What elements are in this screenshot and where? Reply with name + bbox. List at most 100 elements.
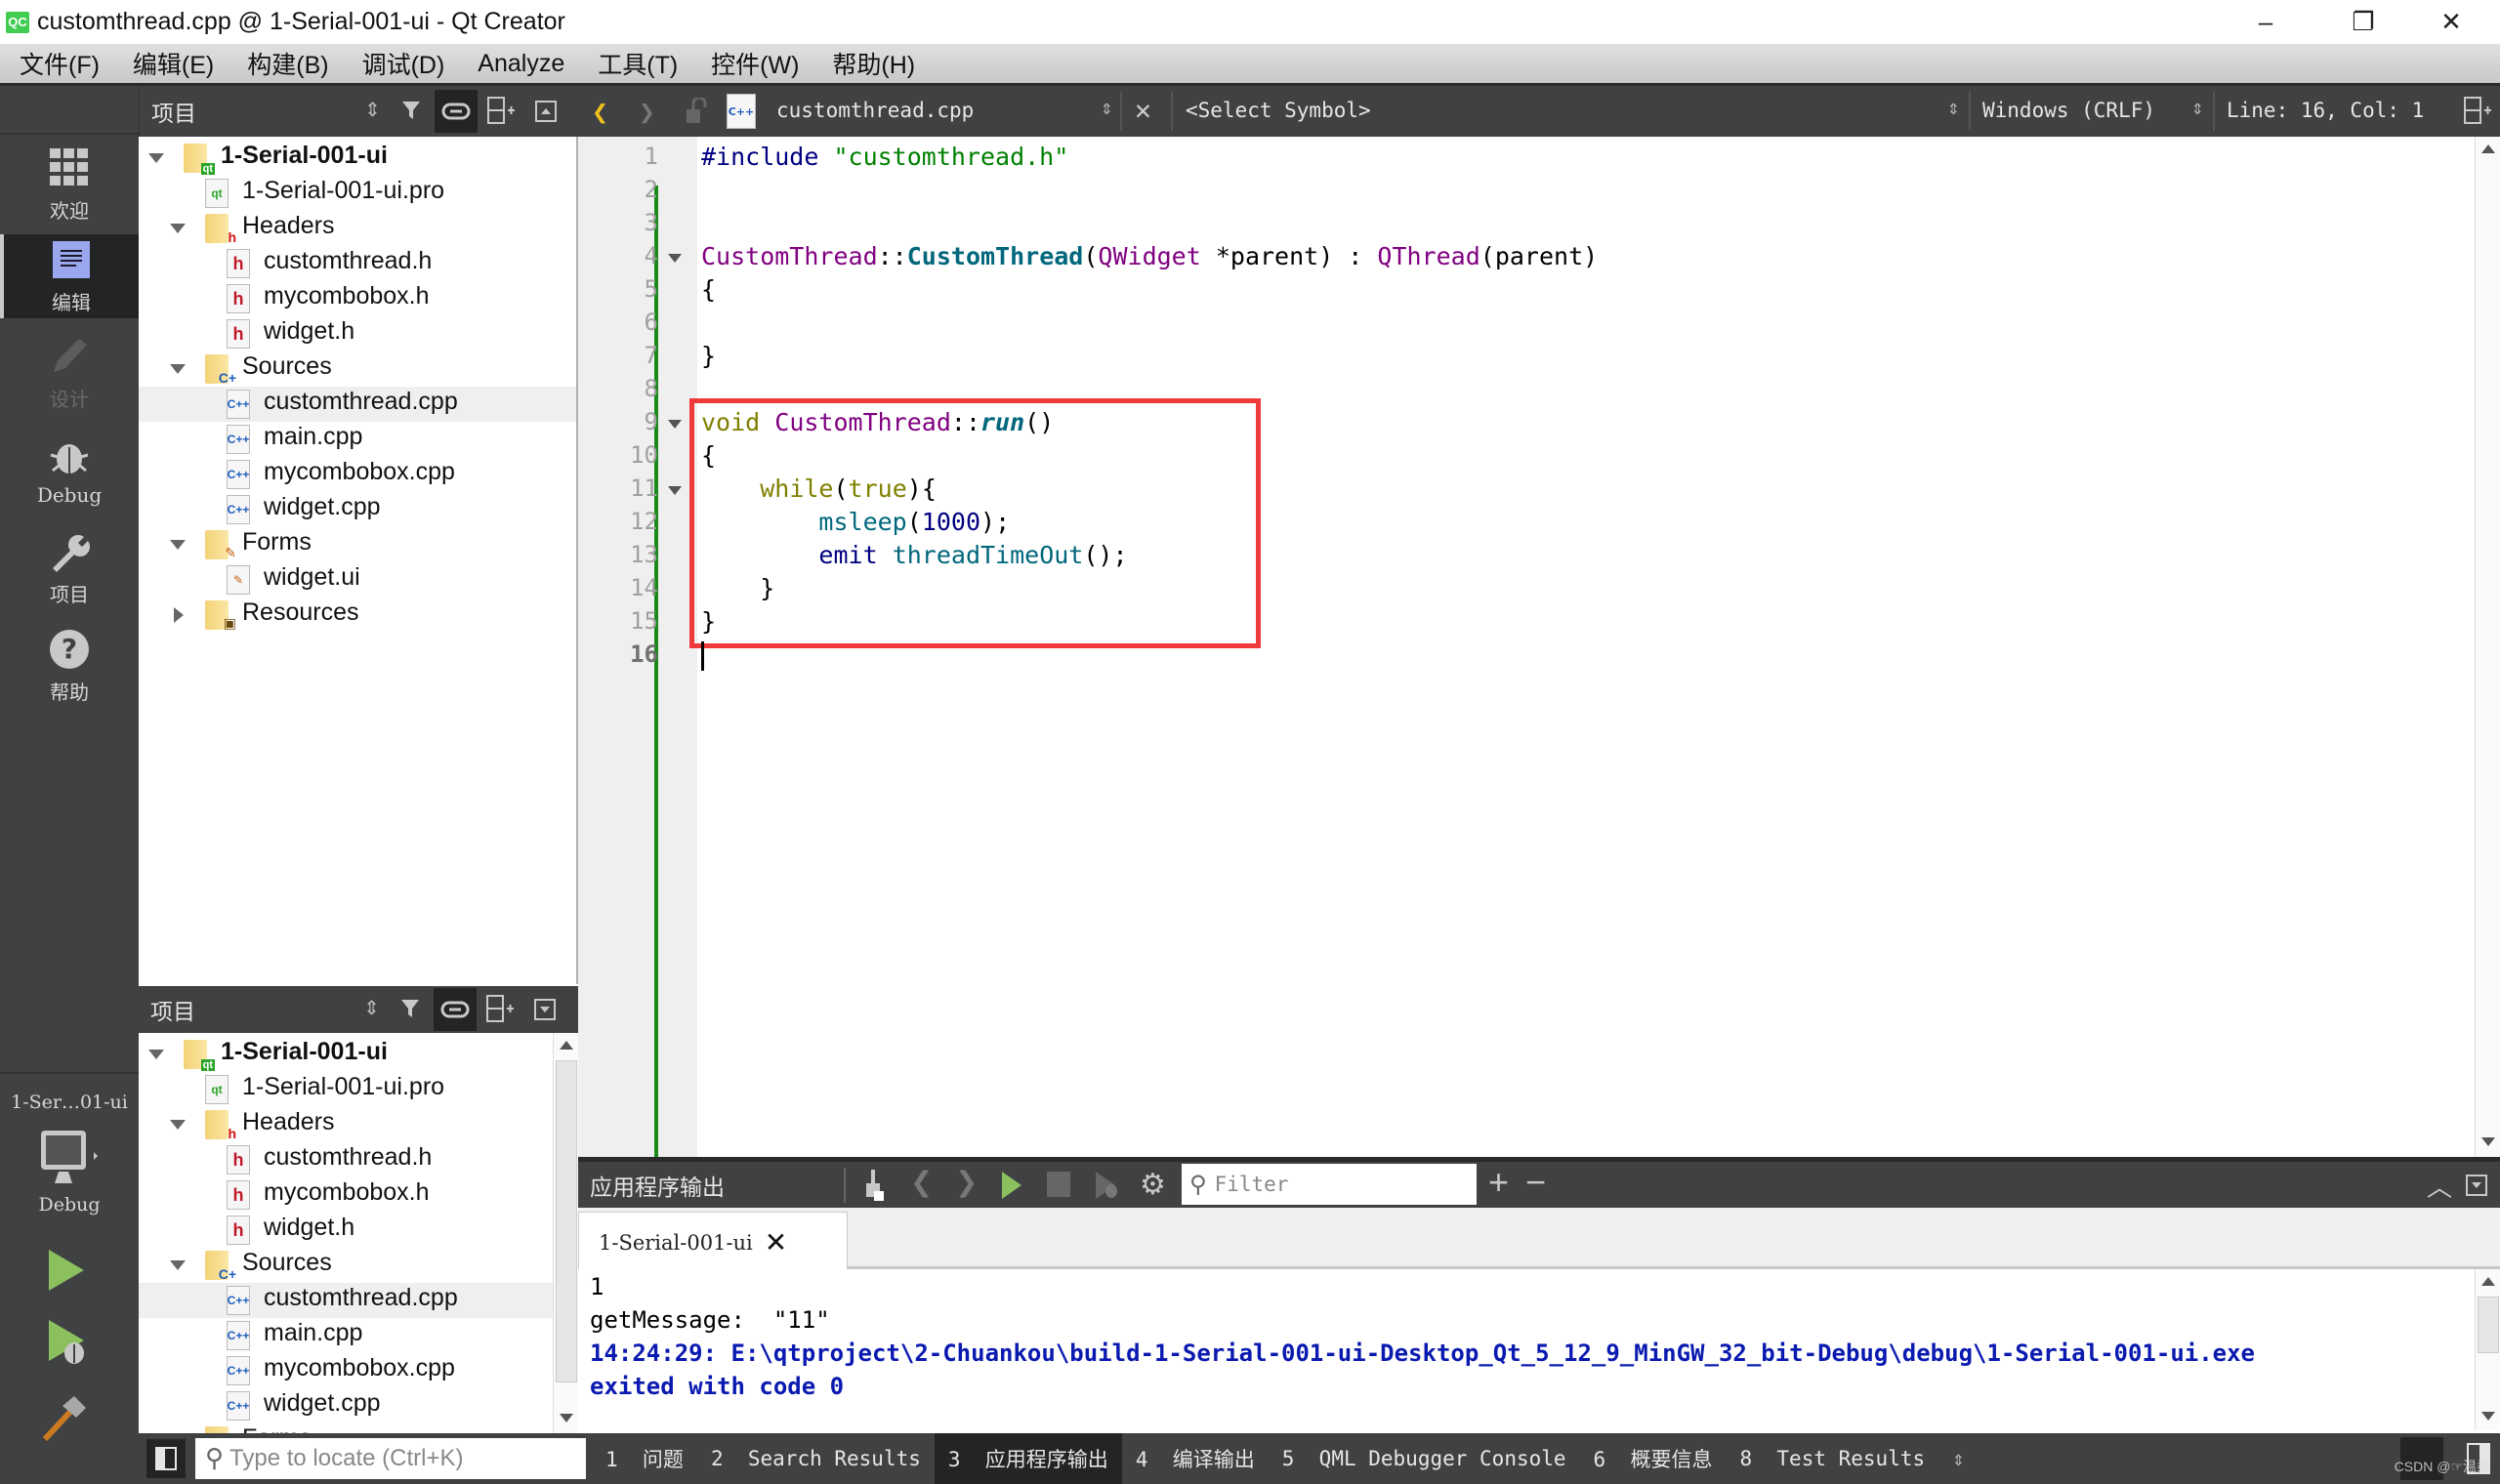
symbol-chevrons-icon[interactable]: ⇕ xyxy=(1947,96,1960,119)
kit-selector-monitor-icon[interactable] xyxy=(39,1129,98,1187)
collapse-arrow-icon[interactable] xyxy=(170,540,186,550)
menu-widgets[interactable]: 控件(W) xyxy=(697,46,812,81)
go-back-icon[interactable]: ❮ xyxy=(592,96,608,128)
previous-item-icon[interactable]: ❮ xyxy=(910,1166,933,1198)
kit-project-name[interactable]: 1-Ser…01-ui xyxy=(0,1092,139,1113)
tree-item[interactable]: C+ Sources xyxy=(139,1248,553,1283)
scroll-down-arrow-icon[interactable] xyxy=(2481,1137,2495,1146)
sync-link-icon[interactable] xyxy=(434,988,477,1031)
go-forward-icon[interactable]: ❯ xyxy=(639,96,655,128)
collapse-arrow-icon[interactable] xyxy=(170,364,186,374)
clear-output-broom-icon[interactable] xyxy=(861,1170,891,1201)
output-scrollbar[interactable] xyxy=(2475,1269,2500,1430)
minimize-button[interactable]: – xyxy=(2227,0,2305,44)
tree-item[interactable]: C+ Sources xyxy=(139,351,576,387)
mode-welcome[interactable]: 欢迎 xyxy=(0,137,139,232)
menu-debug[interactable]: 调试(D) xyxy=(349,46,459,81)
code-editor[interactable]: #include "customthread.h" CustomThread::C… xyxy=(689,137,2475,1157)
tree-item[interactable]: h mycombobox.h xyxy=(139,1177,553,1213)
output-pane-tab[interactable]: 8 Test Results xyxy=(1726,1433,1938,1484)
mode-edit[interactable]: 编辑 xyxy=(0,234,139,318)
zoom-in-icon[interactable]: + xyxy=(1488,1162,1509,1203)
output-tab[interactable]: 1-Serial-001-ui ✕ xyxy=(578,1212,848,1272)
open-document-name[interactable]: customthread.cpp xyxy=(776,99,974,122)
output-pane-tab[interactable]: 5 QML Debugger Console xyxy=(1269,1433,1580,1484)
run-button[interactable] xyxy=(47,1248,86,1293)
panel-switch-chevrons-icon[interactable]: ⇕ xyxy=(363,996,380,1020)
tree-item[interactable]: h Headers xyxy=(139,1107,553,1142)
tree-item[interactable]: ▣ Resources xyxy=(139,598,576,633)
tree-item[interactable]: C++ mycombobox.cpp xyxy=(139,457,576,492)
tree-item[interactable]: ✎Forms xyxy=(139,1423,553,1433)
mode-projects[interactable]: 项目 xyxy=(0,520,139,616)
menu-file[interactable]: 文件(F) xyxy=(6,46,113,81)
line-ending-chevrons-icon[interactable]: ⇕ xyxy=(2191,96,2204,119)
tree-item[interactable]: h widget.h xyxy=(139,316,576,351)
hide-pane-icon[interactable] xyxy=(2465,1174,2488,1197)
panel-title[interactable]: 项目 xyxy=(150,993,195,1026)
scroll-thumb[interactable] xyxy=(556,1060,577,1382)
scroll-thumb[interactable] xyxy=(2478,1297,2499,1353)
tree-item[interactable]: h customthread.h xyxy=(139,1142,553,1177)
panel-title[interactable]: 项目 xyxy=(151,95,196,128)
output-pane-tab[interactable]: 6 概要信息 xyxy=(1580,1433,1727,1484)
output-pane-tab[interactable]: 1 问题 xyxy=(592,1433,697,1484)
panel-switch-chevrons-icon[interactable]: ⇕ xyxy=(364,98,381,122)
stop-button[interactable] xyxy=(1047,1172,1070,1197)
menu-help[interactable]: 帮助(H) xyxy=(818,46,929,81)
split-editor-icon[interactable] xyxy=(2463,96,2492,125)
close-split-icon[interactable] xyxy=(531,996,559,1023)
settings-gear-icon[interactable]: ⚙ xyxy=(1140,1168,1166,1202)
restore-button[interactable]: ❐ xyxy=(2324,0,2402,44)
scroll-up-arrow-icon[interactable] xyxy=(560,1041,573,1050)
zoom-out-icon[interactable]: − xyxy=(1525,1162,1546,1203)
file-lock-icon[interactable] xyxy=(686,96,707,125)
tree-item[interactable]: C++ widget.cpp xyxy=(139,1388,553,1423)
scroll-down-arrow-icon[interactable] xyxy=(560,1414,573,1422)
symbol-selector[interactable]: <Select Symbol> xyxy=(1186,99,1371,122)
tree-item[interactable]: qt 1-Serial-001-ui xyxy=(139,1037,553,1072)
maximize-pane-icon[interactable]: ︿ xyxy=(2427,1168,2452,1204)
sync-link-icon[interactable] xyxy=(435,90,478,133)
tree-item[interactable]: h widget.h xyxy=(139,1213,553,1248)
tree-item[interactable]: qt 1-Serial-001-ui xyxy=(139,141,576,176)
tree-item[interactable]: C++ main.cpp xyxy=(139,1318,553,1353)
tree-item[interactable]: h mycombobox.h xyxy=(139,281,576,316)
document-list-chevrons-icon[interactable]: ⇕ xyxy=(1101,96,1113,119)
collapse-arrow-icon[interactable] xyxy=(148,153,164,163)
scroll-up-arrow-icon[interactable] xyxy=(2481,144,2495,153)
editor-scrollbar[interactable] xyxy=(2475,137,2500,1157)
menu-tools[interactable]: 工具(T) xyxy=(584,46,691,81)
tree-item[interactable]: ✎Forms xyxy=(139,527,576,562)
scroll-down-arrow-icon[interactable] xyxy=(2481,1412,2495,1421)
split-add-icon[interactable] xyxy=(486,96,516,125)
rerun-button[interactable] xyxy=(1000,1172,1023,1199)
tree-item[interactable]: h customthread.h xyxy=(139,246,576,281)
fold-marker-icon[interactable] xyxy=(668,254,682,263)
fold-marker-icon[interactable] xyxy=(668,420,682,429)
application-output-text[interactable]: 1 getMessage: "11" 14:24:29: E:\qtproject\… xyxy=(578,1269,2473,1430)
menu-build[interactable]: 构建(B) xyxy=(233,46,342,81)
build-hammer-button[interactable] xyxy=(39,1394,88,1443)
tree-item[interactable]: C++ mycombobox.cpp xyxy=(139,1353,553,1388)
close-tab-icon[interactable]: ✕ xyxy=(765,1226,787,1258)
start-debugging-button[interactable] xyxy=(47,1318,92,1367)
filter-icon[interactable] xyxy=(398,94,426,127)
mode-debug[interactable]: Debug xyxy=(0,423,139,518)
close-button[interactable]: ✕ xyxy=(2412,0,2490,44)
tree-item[interactable]: qt 1-Serial-001-ui.pro xyxy=(139,176,576,211)
tree-item[interactable]: h Headers xyxy=(139,211,576,246)
output-pane-tab[interactable]: 4 编译输出 xyxy=(1122,1433,1269,1484)
mode-help[interactable]: ? 帮助 xyxy=(0,618,139,714)
output-pane-tab[interactable]: 2 Search Results xyxy=(697,1433,935,1484)
tree-item[interactable]: C++ customthread.cpp xyxy=(139,1283,553,1318)
cursor-position[interactable]: Line: 16, Col: 1 xyxy=(2227,99,2424,122)
split-add-icon[interactable] xyxy=(485,994,515,1023)
close-document-icon[interactable]: ✕ xyxy=(1135,94,1151,126)
tree-item[interactable]: qt 1-Serial-001-ui.pro xyxy=(139,1072,553,1107)
line-ending-selector[interactable]: Windows (CRLF) xyxy=(1982,99,2155,122)
filter-icon[interactable] xyxy=(397,992,425,1025)
toggle-sidebar-button[interactable] xyxy=(146,1439,186,1478)
tree-item[interactable]: C++ main.cpp xyxy=(139,422,576,457)
menu-analyze[interactable]: Analyze xyxy=(464,50,578,78)
